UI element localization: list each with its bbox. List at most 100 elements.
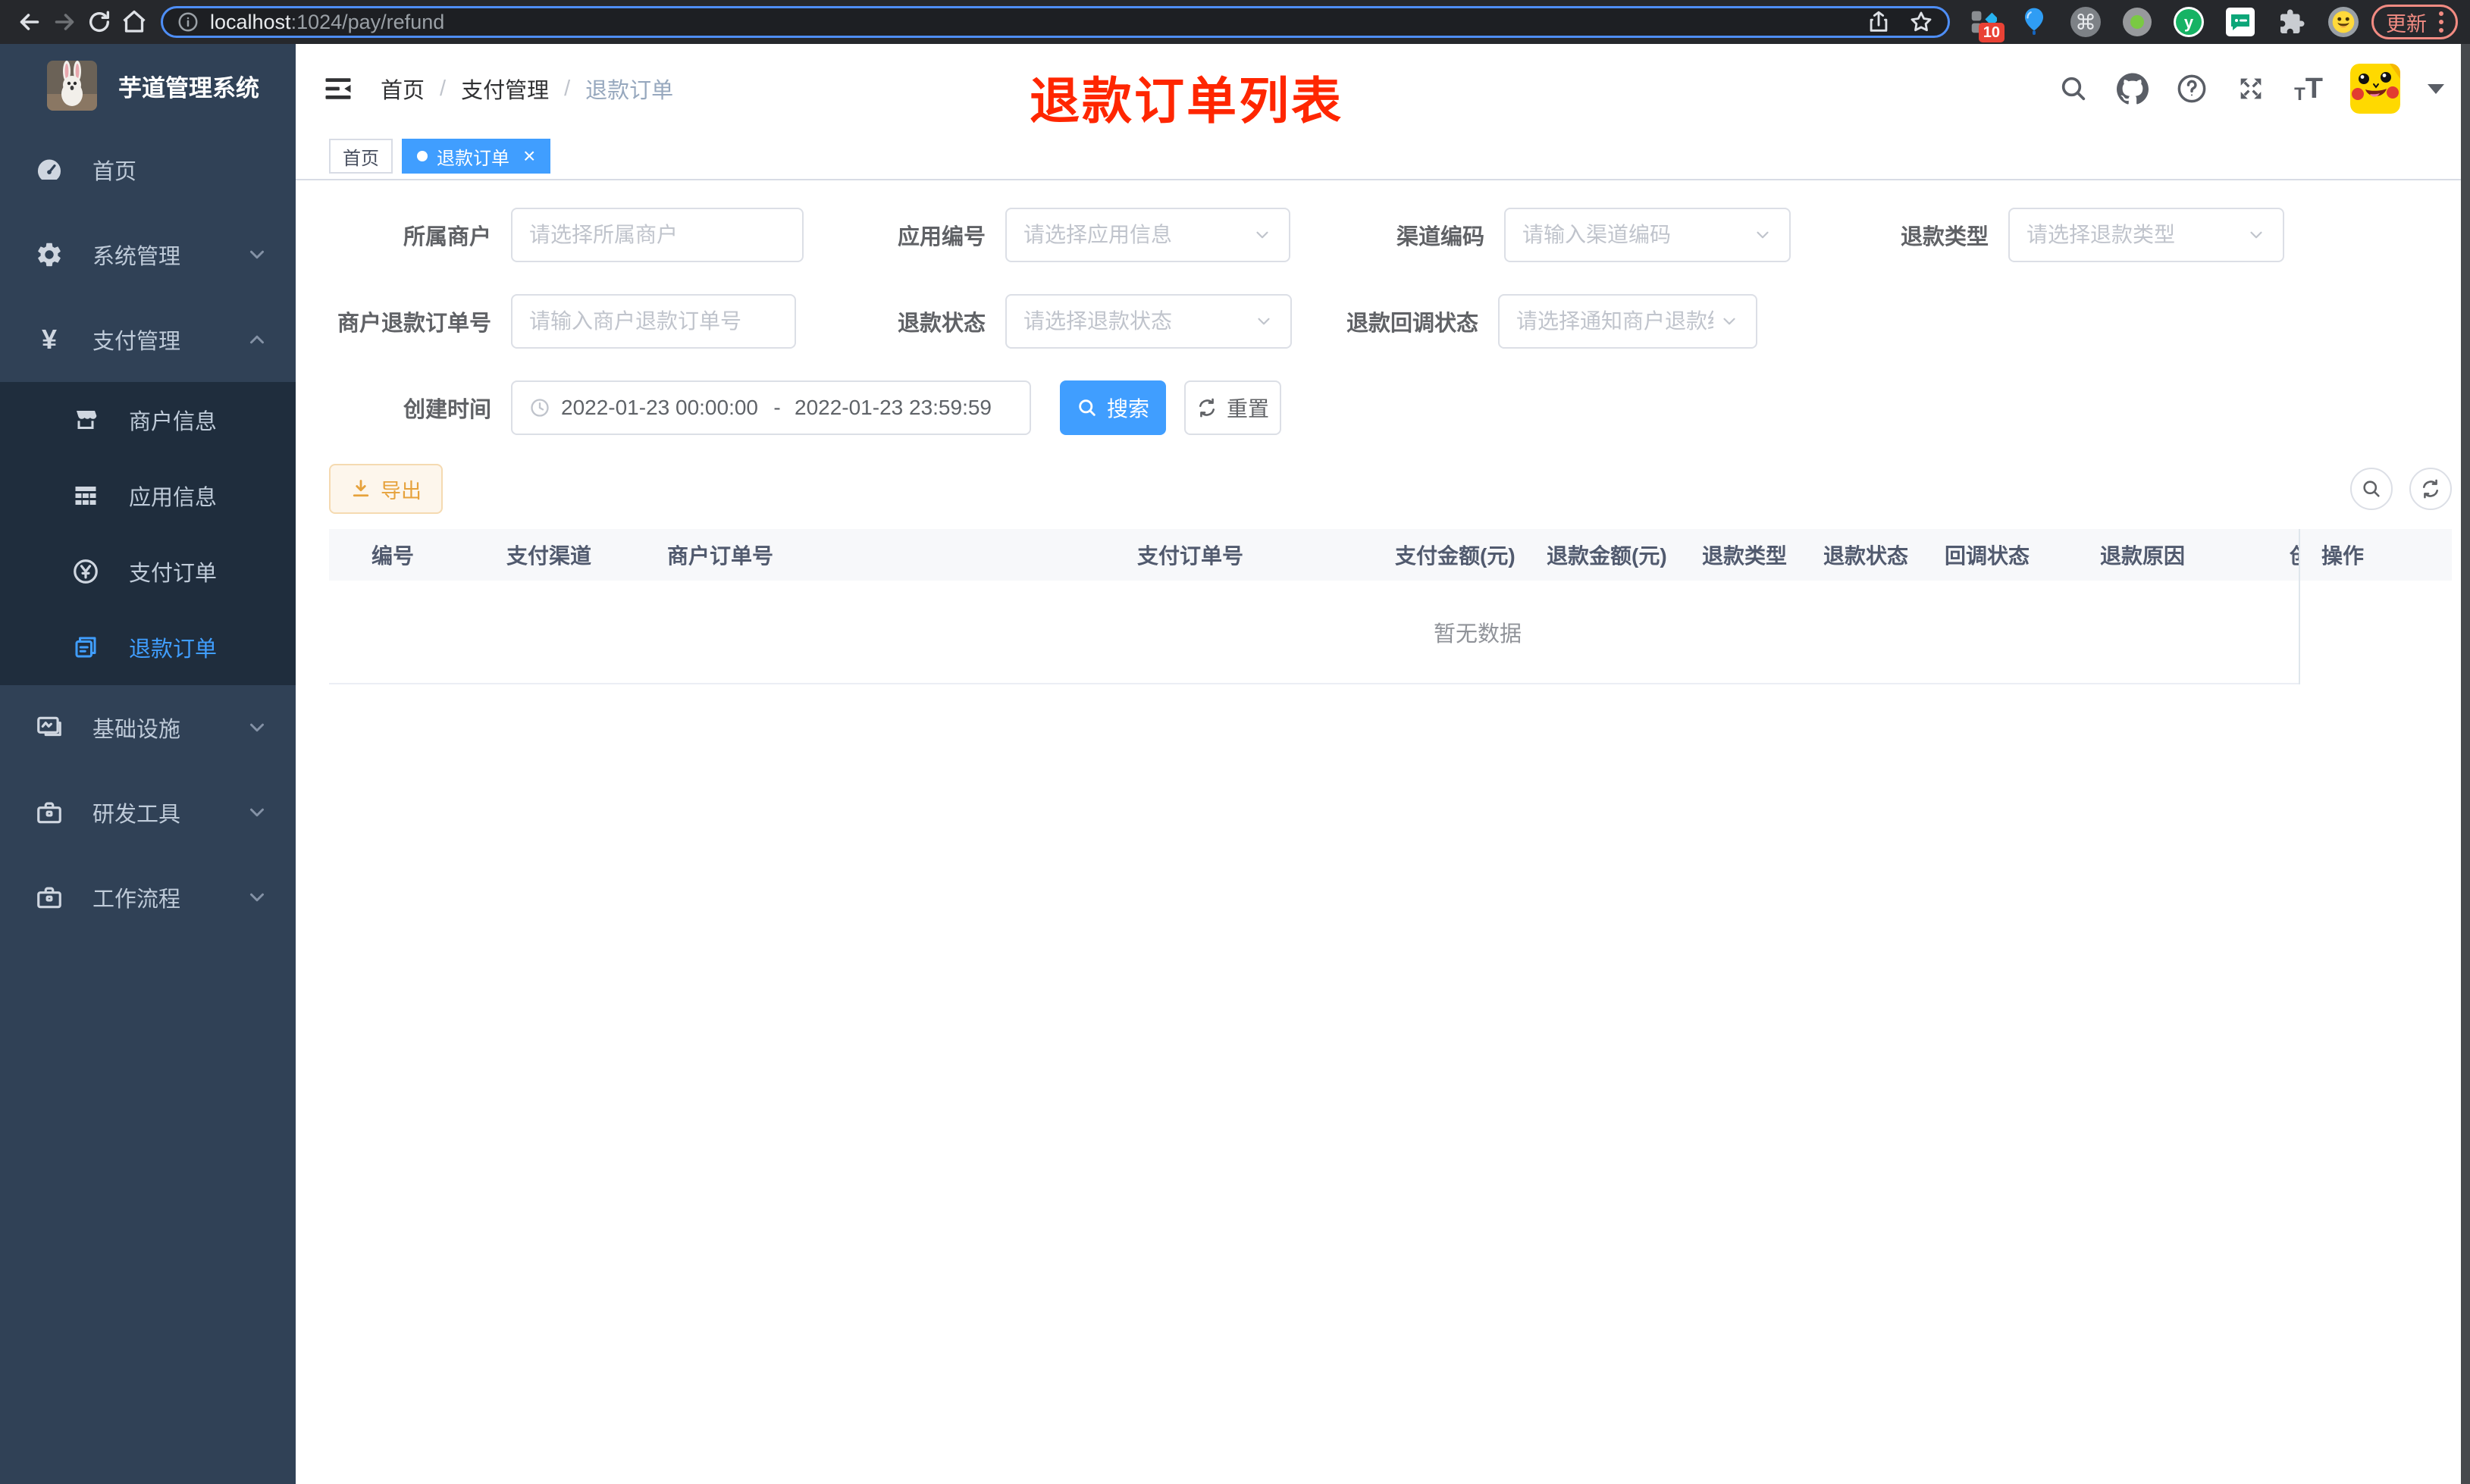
user-avatar[interactable] <box>2350 64 2400 114</box>
extensions-puzzle-icon[interactable] <box>2276 6 2308 38</box>
caret-down-icon[interactable] <box>2428 83 2444 94</box>
search-button[interactable]: 搜索 <box>1060 380 1166 435</box>
search-icon <box>2363 481 2380 497</box>
svg-text:y: y <box>2184 13 2194 32</box>
toggle-search-button[interactable] <box>2350 468 2393 510</box>
col-pay-order-no: 支付订单号 <box>1137 544 1244 568</box>
col-id: 编号 <box>371 544 415 568</box>
home-icon[interactable] <box>117 5 152 39</box>
table-empty-row: 暂无数据 <box>329 581 2452 684</box>
bookmark-star-icon[interactable] <box>1908 9 1934 35</box>
refund-table: 编号 支付渠道 商户订单号 支付订单号 支付金额(元) 退款金额(元) 退款类型… <box>329 529 2452 684</box>
tab-refund-order[interactable]: 退款订单 × <box>402 139 551 174</box>
date-range-picker[interactable]: 2022-01-23 00:00:00 - 2022-01-23 23:59:5… <box>511 380 1031 435</box>
refresh-icon <box>2422 479 2439 499</box>
address-bar[interactable]: localhost:1024/pay/refund <box>161 6 1950 38</box>
infrastructure-icon <box>33 713 65 742</box>
github-icon[interactable] <box>2117 73 2149 105</box>
sidebar-item-merchant-info[interactable]: 商户信息 <box>0 382 296 458</box>
col-pay-amount: 支付金额(元) <box>1395 544 1516 568</box>
briefcase-icon <box>33 883 65 912</box>
extension-record-icon[interactable] <box>2121 6 2153 38</box>
app-title: 芋道管理系统 <box>118 74 259 102</box>
extension-balloon-icon[interactable] <box>2018 6 2050 38</box>
chevron-down-icon <box>1757 231 1769 239</box>
merchant-select[interactable] <box>511 208 804 262</box>
col-refund-amount: 退款金额(元) <box>1547 544 1667 568</box>
sidebar-item-home[interactable]: 首页 <box>0 127 296 212</box>
date-start[interactable]: 2022-01-23 00:00:00 <box>561 396 760 420</box>
sidebar: 芋道管理系统 首页 系统管理 ¥ 支付管理 商户信息 应用信息 支付订单 退款订… <box>0 44 296 1484</box>
table-toolbar: 导出 <box>329 464 2452 514</box>
profile-emoji-avatar[interactable] <box>2327 6 2359 38</box>
search-icon[interactable] <box>2058 73 2089 105</box>
window-scrollbar[interactable] <box>2461 44 2470 1484</box>
sidebar-item-app-info[interactable]: 应用信息 <box>0 458 296 534</box>
navbar-actions: TT <box>2058 64 2444 114</box>
site-info-icon[interactable] <box>177 11 199 33</box>
col-channel: 支付渠道 <box>506 544 592 568</box>
filter-row-2: 商户退款订单号 退款状态 退款回调状态 <box>329 294 2452 349</box>
app-logo[interactable]: 芋道管理系统 <box>0 44 296 127</box>
sidebar-item-devtools[interactable]: 研发工具 <box>0 770 296 855</box>
browser-menu-icon[interactable] <box>2439 11 2443 33</box>
update-label: 更新 <box>2386 12 2427 36</box>
back-icon[interactable] <box>12 5 47 39</box>
chevron-down-icon <box>250 893 264 902</box>
clock-icon <box>531 399 549 417</box>
chevron-down-icon <box>2250 231 2262 239</box>
shop-icon <box>70 406 102 434</box>
browser-update-button[interactable]: 更新 <box>2371 5 2458 39</box>
filter-merchant-refund-no: 商户退款订单号 <box>329 294 796 349</box>
channel-select[interactable] <box>1504 208 1791 262</box>
filter-channel: 渠道编码 <box>1396 208 1791 262</box>
reset-button[interactable]: 重置 <box>1184 380 1281 435</box>
filter-notify-status: 退款回调状态 <box>1346 294 1758 349</box>
sidebar-item-refund-order[interactable]: 退款订单 <box>0 609 296 685</box>
sidebar-item-system[interactable]: 系统管理 <box>0 212 296 297</box>
toolbox-icon <box>33 798 65 827</box>
page-content: 所属商户 应用编号 渠道编码 <box>296 180 2470 1484</box>
help-icon[interactable] <box>2176 73 2208 105</box>
col-refund-type: 退款类型 <box>1702 544 1788 568</box>
breadcrumb-pay[interactable]: 支付管理 <box>461 73 549 105</box>
date-end[interactable]: 2022-01-23 23:59:59 <box>795 396 993 420</box>
refund-type-select[interactable] <box>2008 208 2285 262</box>
fullscreen-icon[interactable] <box>2235 73 2267 105</box>
refund-order-icon <box>70 634 102 661</box>
notify-status-select[interactable] <box>1498 294 1758 349</box>
app-select[interactable] <box>1005 208 1291 262</box>
refund-status-select[interactable] <box>1005 294 1293 349</box>
sidebar-item-pay-order[interactable]: 支付订单 <box>0 534 296 609</box>
search-icon <box>1079 399 1096 416</box>
extension-cmd-icon[interactable]: ⌘ <box>2070 6 2102 38</box>
gear-icon <box>33 240 65 269</box>
font-size-icon[interactable]: TT <box>2294 73 2323 105</box>
filter-merchant: 所属商户 <box>329 208 804 262</box>
tab-close-icon[interactable]: × <box>523 146 535 167</box>
forward-icon <box>47 5 82 39</box>
export-button[interactable]: 导出 <box>329 464 443 514</box>
share-icon[interactable] <box>1866 9 1892 35</box>
sidebar-item-workflow[interactable]: 工作流程 <box>0 855 296 940</box>
sidebar-collapse-icon[interactable] <box>321 72 355 105</box>
chevron-up-icon <box>250 335 264 344</box>
yen-icon: ¥ <box>41 324 58 355</box>
reload-icon[interactable] <box>82 5 117 39</box>
sidebar-item-pay[interactable]: ¥ 支付管理 <box>0 297 296 382</box>
extension-chat-icon[interactable] <box>2224 6 2256 38</box>
filter-row-1: 所属商户 应用编号 渠道编码 <box>329 208 2452 262</box>
refresh-table-button[interactable] <box>2409 468 2452 510</box>
merchant-refund-no-input[interactable] <box>511 294 796 349</box>
table-tools <box>2350 468 2452 510</box>
breadcrumb-home[interactable]: 首页 <box>381 73 425 105</box>
tab-home[interactable]: 首页 <box>329 139 393 174</box>
screen: localhost:1024/pay/refund 10 ⌘ y 更新 芋道管理… <box>0 0 2470 1484</box>
col-action: 操作 <box>2300 529 2452 581</box>
refresh-icon <box>1199 398 1215 418</box>
sidebar-item-infrastructure[interactable]: 基础设施 <box>0 685 296 770</box>
extension-y-icon[interactable]: y <box>2173 6 2205 38</box>
filter-refund-type: 退款类型 <box>1901 208 2285 262</box>
extension-grid-icon[interactable]: 10 <box>1967 6 2005 42</box>
chevron-down-icon <box>250 723 264 732</box>
